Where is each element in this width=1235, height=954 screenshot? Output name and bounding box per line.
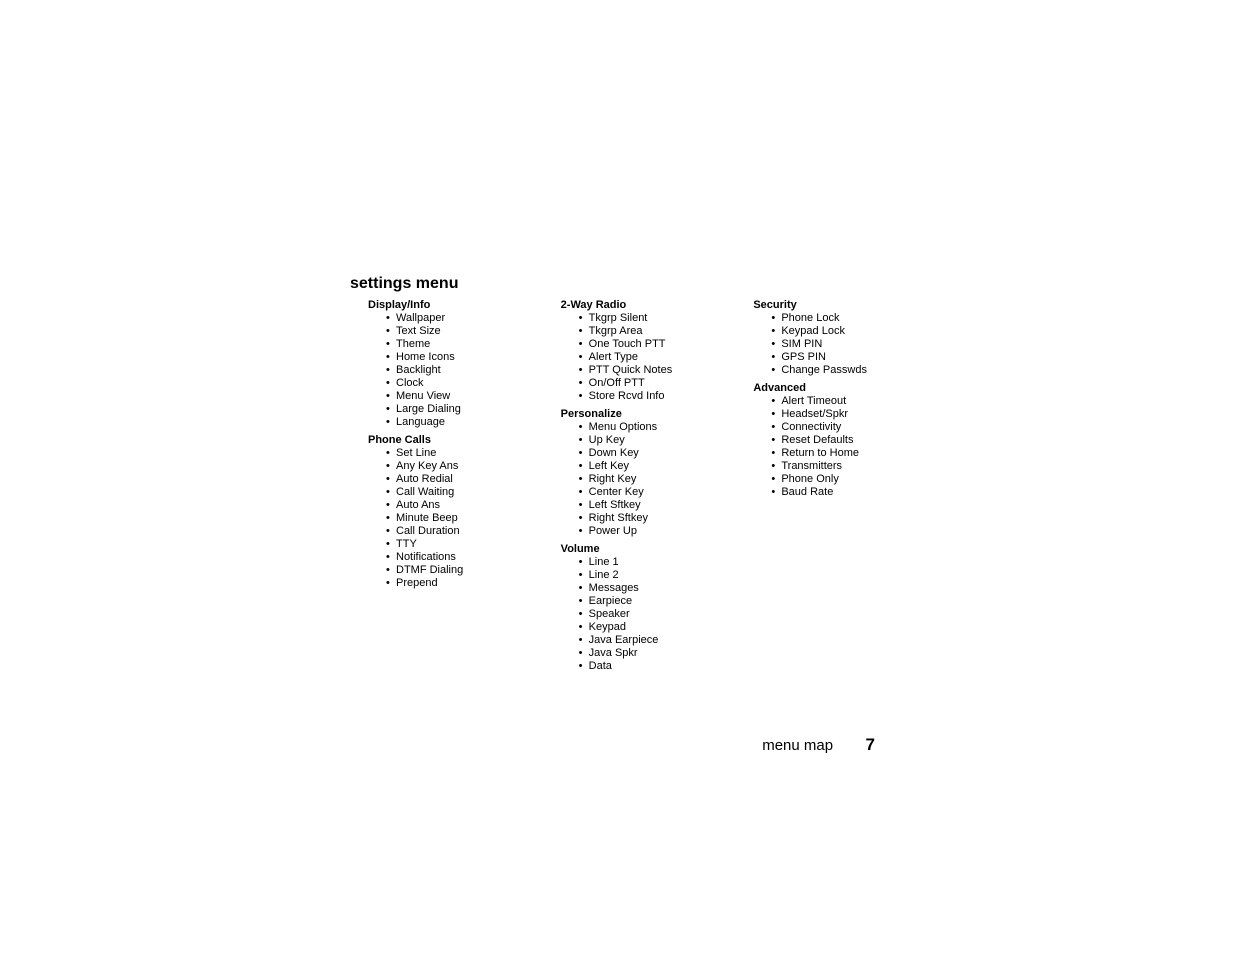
group-heading: Phone Calls — [368, 433, 523, 447]
group-heading: Display/Info — [368, 298, 523, 312]
menu-item: Phone Lock — [771, 312, 908, 325]
menu-item: Right Sftkey — [579, 512, 716, 525]
menu-item: Java Earpiece — [579, 634, 716, 647]
menu-item: Large Dialing — [386, 403, 523, 416]
page-footer: menu map 7 — [0, 735, 1235, 755]
menu-item: Store Rcvd Info — [579, 390, 716, 403]
menu-item: Set Line — [386, 447, 523, 460]
menu-item: Alert Timeout — [771, 395, 908, 408]
menu-item: Speaker — [579, 608, 716, 621]
page-title: settings menu — [350, 275, 458, 293]
group-heading: Personalize — [561, 407, 716, 421]
menu-item: Data — [579, 660, 716, 673]
menu-item: Text Size — [386, 325, 523, 338]
menu-item: GPS PIN — [771, 351, 908, 364]
menu-item: TTY — [386, 538, 523, 551]
menu-item: Left Sftkey — [579, 499, 716, 512]
menu-item: Auto Redial — [386, 473, 523, 486]
footer-section-label: menu map — [762, 737, 833, 754]
menu-column-2: 2-Way Radio Tkgrp Silent Tkgrp Area One … — [561, 298, 716, 677]
menu-group-list: Phone Lock Keypad Lock SIM PIN GPS PIN C… — [771, 312, 908, 377]
menu-item: Phone Only — [771, 473, 908, 486]
menu-item: PTT Quick Notes — [579, 364, 716, 377]
menu-item: Line 2 — [579, 569, 716, 582]
group-heading: Security — [753, 298, 908, 312]
menu-item: Center Key — [579, 486, 716, 499]
menu-item: Minute Beep — [386, 512, 523, 525]
menu-item: Change Passwds — [771, 364, 908, 377]
menu-group-list: Set Line Any Key Ans Auto Redial Call Wa… — [386, 447, 523, 590]
menu-item: Tkgrp Area — [579, 325, 716, 338]
menu-item: Auto Ans — [386, 499, 523, 512]
menu-item: Right Key — [579, 473, 716, 486]
menu-item: Notifications — [386, 551, 523, 564]
menu-item: SIM PIN — [771, 338, 908, 351]
menu-column-1: Display/Info Wallpaper Text Size Theme H… — [368, 298, 523, 677]
menu-item: Menu View — [386, 390, 523, 403]
menu-item: Alert Type — [579, 351, 716, 364]
menu-item: Tkgrp Silent — [579, 312, 716, 325]
menu-item: Transmitters — [771, 460, 908, 473]
page-number: 7 — [866, 735, 875, 754]
menu-item: Theme — [386, 338, 523, 351]
group-heading: 2-Way Radio — [561, 298, 716, 312]
menu-column-3: Security Phone Lock Keypad Lock SIM PIN … — [753, 298, 908, 677]
page: settings menu Display/Info Wallpaper Tex… — [0, 0, 1235, 954]
menu-item: Power Up — [579, 525, 716, 538]
menu-item: Keypad — [579, 621, 716, 634]
menu-item: DTMF Dialing — [386, 564, 523, 577]
menu-item: Line 1 — [579, 556, 716, 569]
menu-group-list: Tkgrp Silent Tkgrp Area One Touch PTT Al… — [579, 312, 716, 403]
menu-group-list: Alert Timeout Headset/Spkr Connectivity … — [771, 395, 908, 499]
menu-item: One Touch PTT — [579, 338, 716, 351]
group-heading: Volume — [561, 542, 716, 556]
menu-item: Headset/Spkr — [771, 408, 908, 421]
menu-item: Call Waiting — [386, 486, 523, 499]
menu-item: Backlight — [386, 364, 523, 377]
menu-item: Call Duration — [386, 525, 523, 538]
menu-item: Language — [386, 416, 523, 429]
menu-item: Earpiece — [579, 595, 716, 608]
menu-item: Keypad Lock — [771, 325, 908, 338]
menu-item: Up Key — [579, 434, 716, 447]
menu-group-list: Wallpaper Text Size Theme Home Icons Bac… — [386, 312, 523, 429]
menu-item: Messages — [579, 582, 716, 595]
menu-item: Baud Rate — [771, 486, 908, 499]
menu-item: Java Spkr — [579, 647, 716, 660]
menu-group-list: Line 1 Line 2 Messages Earpiece Speaker … — [579, 556, 716, 673]
menu-item: Menu Options — [579, 421, 716, 434]
menu-item: Down Key — [579, 447, 716, 460]
group-heading: Advanced — [753, 381, 908, 395]
menu-item: Left Key — [579, 460, 716, 473]
menu-item: Return to Home — [771, 447, 908, 460]
menu-item: Connectivity — [771, 421, 908, 434]
menu-item: Home Icons — [386, 351, 523, 364]
menu-group-list: Menu Options Up Key Down Key Left Key Ri… — [579, 421, 716, 538]
menu-item: Prepend — [386, 577, 523, 590]
menu-item: Any Key Ans — [386, 460, 523, 473]
menu-item: Reset Defaults — [771, 434, 908, 447]
menu-item: Clock — [386, 377, 523, 390]
menu-item: Wallpaper — [386, 312, 523, 325]
menu-item: On/Off PTT — [579, 377, 716, 390]
menu-columns: Display/Info Wallpaper Text Size Theme H… — [368, 298, 908, 677]
